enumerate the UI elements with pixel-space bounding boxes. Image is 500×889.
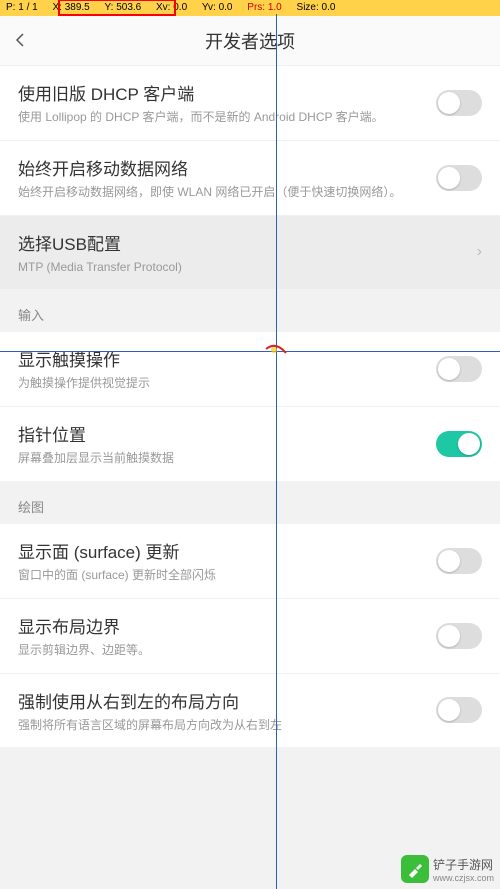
watermark-brand: 铲子手游网 [433, 856, 494, 873]
item-subtitle: 窗口中的面 (surface) 更新时全部闪烁 [18, 567, 482, 584]
item-title: 使用旧版 DHCP 客户端 [18, 80, 482, 105]
item-mobile-data-always[interactable]: 始终开启移动数据网络 始终开启移动数据网络，即使 WLAN 网络已开启（便于快速… [0, 140, 500, 215]
chevron-right-icon: › [477, 243, 482, 261]
pointer-location-bar: P: 1 / 1 X: 389.5 Y: 503.6 Xv: 0.0 Yv: 0… [0, 0, 500, 16]
item-usb-config[interactable]: 选择USB配置 MTP (Media Transfer Protocol) › [0, 215, 500, 290]
settings-list-draw: 显示面 (surface) 更新 窗口中的面 (surface) 更新时全部闪烁… [0, 524, 500, 747]
section-header-input: 输入 [0, 289, 500, 332]
item-surface-updates[interactable]: 显示面 (surface) 更新 窗口中的面 (surface) 更新时全部闪烁 [0, 524, 500, 598]
item-dhcp-legacy[interactable]: 使用旧版 DHCP 客户端 使用 Lollipop 的 DHCP 客户端，而不是… [0, 66, 500, 140]
toggle-switch[interactable] [436, 356, 482, 382]
nav-bar: 开发者选项 [0, 16, 500, 66]
watermark-text: 铲子手游网 www.czjsx.com [433, 856, 494, 883]
settings-list-input: 显示触摸操作 为触摸操作提供视觉提示 指针位置 屏幕叠加层显示当前触摸数据 [0, 332, 500, 481]
pointer-size: Size: 0.0 [291, 0, 342, 16]
item-subtitle: 强制将所有语言区域的屏幕布局方向改为从右到左 [18, 717, 482, 734]
item-pointer-location[interactable]: 指针位置 屏幕叠加层显示当前触摸数据 [0, 406, 500, 481]
pointer-p: P: 1 / 1 [0, 0, 44, 16]
item-subtitle: MTP (Media Transfer Protocol) [18, 259, 482, 276]
touch-indicator-icon [264, 343, 288, 359]
item-layout-bounds[interactable]: 显示布局边界 显示剪辑边界、边距等。 [0, 598, 500, 673]
item-subtitle: 为触摸操作提供视觉提示 [18, 375, 482, 392]
item-subtitle: 屏幕叠加层显示当前触摸数据 [18, 450, 482, 467]
toggle-switch[interactable] [436, 165, 482, 191]
toggle-switch[interactable] [436, 90, 482, 116]
highlight-box-icon [58, 0, 176, 16]
page-title: 开发者选项 [0, 28, 500, 54]
item-title: 显示布局边界 [18, 613, 482, 638]
shovel-logo-icon [401, 855, 429, 883]
toggle-switch[interactable] [436, 623, 482, 649]
toggle-switch[interactable] [436, 431, 482, 457]
item-title: 选择USB配置 [18, 230, 482, 255]
item-subtitle: 显示剪辑边界、边距等。 [18, 642, 482, 659]
pointer-prs: Prs: 1.0 [241, 0, 287, 16]
item-title: 显示面 (surface) 更新 [18, 538, 482, 563]
item-rtl-layout[interactable]: 强制使用从右到左的布局方向 强制将所有语言区域的屏幕布局方向改为从右到左 [0, 673, 500, 748]
item-show-touches[interactable]: 显示触摸操作 为触摸操作提供视觉提示 [0, 332, 500, 406]
pointer-yv: Yv: 0.0 [196, 0, 239, 16]
toggle-switch[interactable] [436, 697, 482, 723]
crosshair-horizontal-icon [0, 351, 500, 352]
toggle-switch[interactable] [436, 548, 482, 574]
settings-list: 使用旧版 DHCP 客户端 使用 Lollipop 的 DHCP 客户端，而不是… [0, 66, 500, 289]
item-title: 强制使用从右到左的布局方向 [18, 688, 482, 713]
section-header-draw: 绘图 [0, 481, 500, 524]
item-subtitle: 始终开启移动数据网络，即使 WLAN 网络已开启（便于快速切换网络）。 [18, 184, 482, 201]
item-subtitle: 使用 Lollipop 的 DHCP 客户端，而不是新的 Android DHC… [18, 109, 482, 126]
watermark: 铲子手游网 www.czjsx.com [401, 855, 494, 883]
item-title: 始终开启移动数据网络 [18, 155, 482, 180]
crosshair-vertical-icon [276, 14, 277, 889]
watermark-url: www.czjsx.com [433, 873, 494, 883]
item-title: 指针位置 [18, 421, 482, 446]
